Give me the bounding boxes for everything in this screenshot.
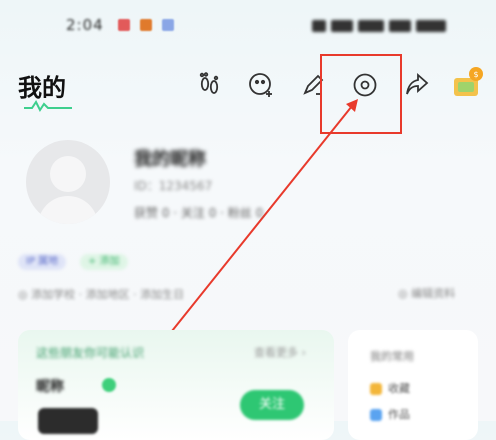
side-item-favorites[interactable]: 收藏	[370, 380, 410, 396]
follow-button[interactable]: 关注	[240, 390, 304, 420]
reward-icon[interactable]: $	[450, 64, 486, 100]
friend-name[interactable]: 昵称	[36, 376, 64, 396]
status-time: 2:04	[66, 16, 104, 34]
friend-thumbnail[interactable]	[38, 408, 98, 434]
notification-icon	[162, 19, 174, 31]
side-card-title: 我的常用	[370, 350, 414, 363]
suggested-friends-card: 这些朋友你可能认识 查看更多 › 昵称 关注	[18, 330, 334, 440]
ip-location-tag: IP 属地	[18, 254, 67, 270]
verified-icon	[102, 378, 116, 392]
avatar[interactable]	[26, 140, 110, 224]
side-item-label: 收藏	[388, 382, 410, 395]
add-tag-button[interactable]: + 添加	[80, 254, 128, 270]
user-stats[interactable]: 获赞 0 · 关注 0 · 粉丝 0	[134, 204, 263, 221]
card-more-link[interactable]: 查看更多 ›	[254, 344, 306, 360]
card-title: 这些朋友你可能认识	[36, 346, 145, 360]
notification-icon	[118, 19, 130, 31]
svg-text:$: $	[473, 70, 478, 79]
works-icon	[370, 409, 382, 421]
annotation-highlight-box	[320, 54, 402, 134]
side-item-works[interactable]: 作品	[370, 406, 410, 422]
share-icon[interactable]	[402, 70, 432, 100]
status-indicators	[312, 15, 462, 33]
status-bar: 2:04	[0, 0, 496, 52]
star-icon	[370, 383, 382, 395]
title-wave-decoration	[24, 100, 72, 112]
user-id: ID：1234567	[134, 179, 213, 193]
add-friend-icon[interactable]	[246, 70, 276, 100]
page-title: 我的	[18, 74, 66, 102]
frequent-use-card: 我的常用 收藏 作品	[348, 330, 478, 440]
side-item-label: 作品	[388, 408, 410, 421]
footprint-icon[interactable]	[194, 70, 224, 100]
profile-info-row[interactable]: ◎ 添加学校 · 添加地区 · 添加生日	[18, 286, 184, 302]
notification-icon	[140, 19, 152, 31]
user-name[interactable]: 我的昵称	[134, 145, 206, 171]
edit-profile-link[interactable]: ◎ 编辑资料	[398, 285, 455, 301]
